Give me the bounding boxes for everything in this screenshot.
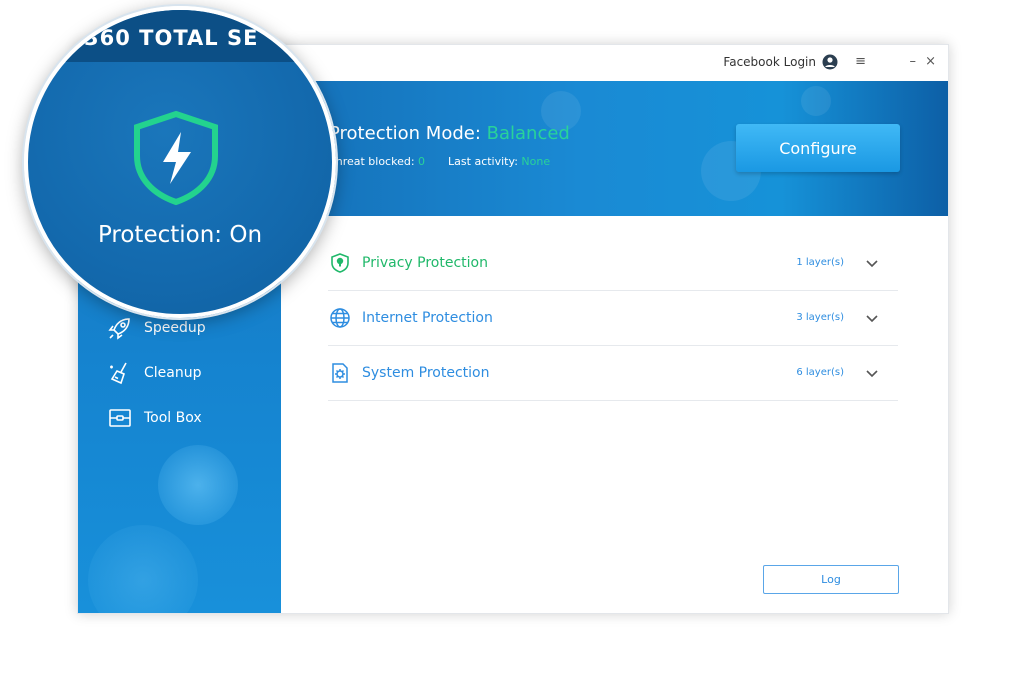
sidebar-item-cleanup[interactable]: Cleanup [106, 358, 202, 388]
sidebar-item-label: Cleanup [144, 365, 202, 381]
configure-button[interactable]: Configure [736, 124, 900, 172]
system-layers-count: 6 layer(s) [796, 367, 844, 378]
protection-mode: Protection Mode: Balanced [329, 123, 570, 144]
chevron-down-icon[interactable] [864, 255, 880, 271]
mode-value: Balanced [486, 123, 570, 144]
protection-meta: Threat blocked: 0 Last activity: None [329, 155, 550, 168]
system-protection-label: System Protection [362, 364, 490, 381]
activity-value: None [521, 155, 551, 168]
decorative-glow [88, 525, 198, 613]
decorative-glow [158, 445, 238, 525]
privacy-protection-row[interactable]: Privacy Protection 1 layer(s) [328, 235, 898, 291]
brand-band: 360 TOTAL SE [28, 10, 332, 62]
gear-doc-icon [328, 361, 352, 385]
mode-label: Protection Mode: [329, 123, 481, 144]
app-brand: 360 TOTAL SE [84, 26, 259, 50]
chevron-down-icon[interactable] [864, 365, 880, 381]
shield-lock-icon [328, 251, 352, 275]
internet-protection-label: Internet Protection [362, 309, 493, 326]
broom-icon [106, 359, 134, 387]
menu-icon[interactable]: ≡ [855, 54, 866, 69]
protection-banner: Protection Mode: Balanced Threat blocked… [281, 81, 948, 216]
internet-protection-row[interactable]: Internet Protection 3 layer(s) [328, 290, 898, 346]
internet-layers-count: 3 layer(s) [796, 312, 844, 323]
decorative-bokeh [801, 86, 831, 116]
sidebar-item-label: Speedup [144, 320, 206, 336]
sidebar-item-toolbox[interactable]: Tool Box [106, 403, 202, 433]
rocket-icon [106, 314, 134, 342]
login-label: Facebook Login [723, 55, 816, 69]
chevron-down-icon[interactable] [864, 310, 880, 326]
close-button[interactable]: × [925, 54, 936, 69]
log-button[interactable]: Log [763, 565, 899, 594]
activity-label: Last activity: [448, 155, 518, 168]
toolbox-icon [106, 404, 134, 432]
threat-value: 0 [418, 155, 426, 168]
minimize-button[interactable]: – [910, 54, 917, 69]
protection-status-magnifier: 360 TOTAL SE Protection: On [24, 6, 336, 318]
shield-lightning-icon[interactable] [129, 110, 223, 206]
threat-label: Threat blocked: [329, 155, 415, 168]
facebook-login-button[interactable]: Facebook Login [723, 54, 838, 70]
user-avatar-icon [822, 54, 838, 70]
title-bar: Facebook Login ≡ – × [281, 45, 948, 81]
sidebar-item-label: Tool Box [144, 410, 202, 426]
system-protection-row[interactable]: System Protection 6 layer(s) [328, 345, 898, 401]
protection-status-label: Protection: On [97, 222, 263, 248]
globe-icon [328, 306, 352, 330]
privacy-protection-label: Privacy Protection [362, 254, 488, 271]
privacy-layers-count: 1 layer(s) [796, 257, 844, 268]
